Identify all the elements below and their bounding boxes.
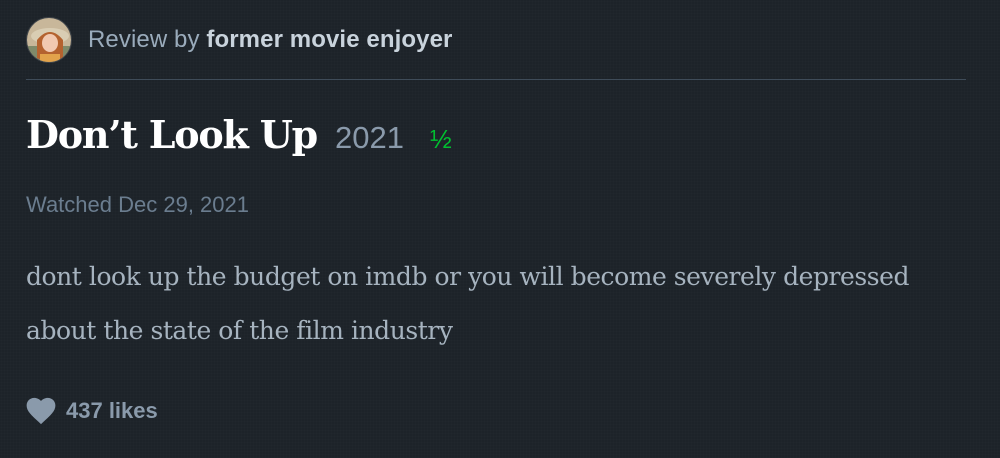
review-header: Review by former movie enjoyer (26, 16, 452, 64)
review-text: dont look up the budget on imdb or you w… (26, 262, 910, 345)
star-rating: ½ (430, 124, 452, 154)
review-by-label: Review by (88, 26, 200, 53)
watched-date: Watched Dec 29, 2021 (26, 192, 249, 217)
film-title-row: Don’t Look Up 2021 ½ (26, 112, 452, 157)
heart-icon[interactable] (26, 397, 56, 425)
avatar[interactable] (26, 17, 72, 63)
film-year-link[interactable]: 2021 (335, 120, 404, 156)
header-divider (26, 79, 966, 80)
likes[interactable]: 437 likes (26, 397, 158, 425)
avatar-image (27, 18, 71, 62)
film-title-link[interactable]: Don’t Look Up (26, 112, 318, 157)
likes-count[interactable]: 437 likes (66, 398, 158, 424)
review-byline: Review by former movie enjoyer (88, 26, 452, 54)
author-link[interactable]: former movie enjoyer (206, 26, 452, 53)
